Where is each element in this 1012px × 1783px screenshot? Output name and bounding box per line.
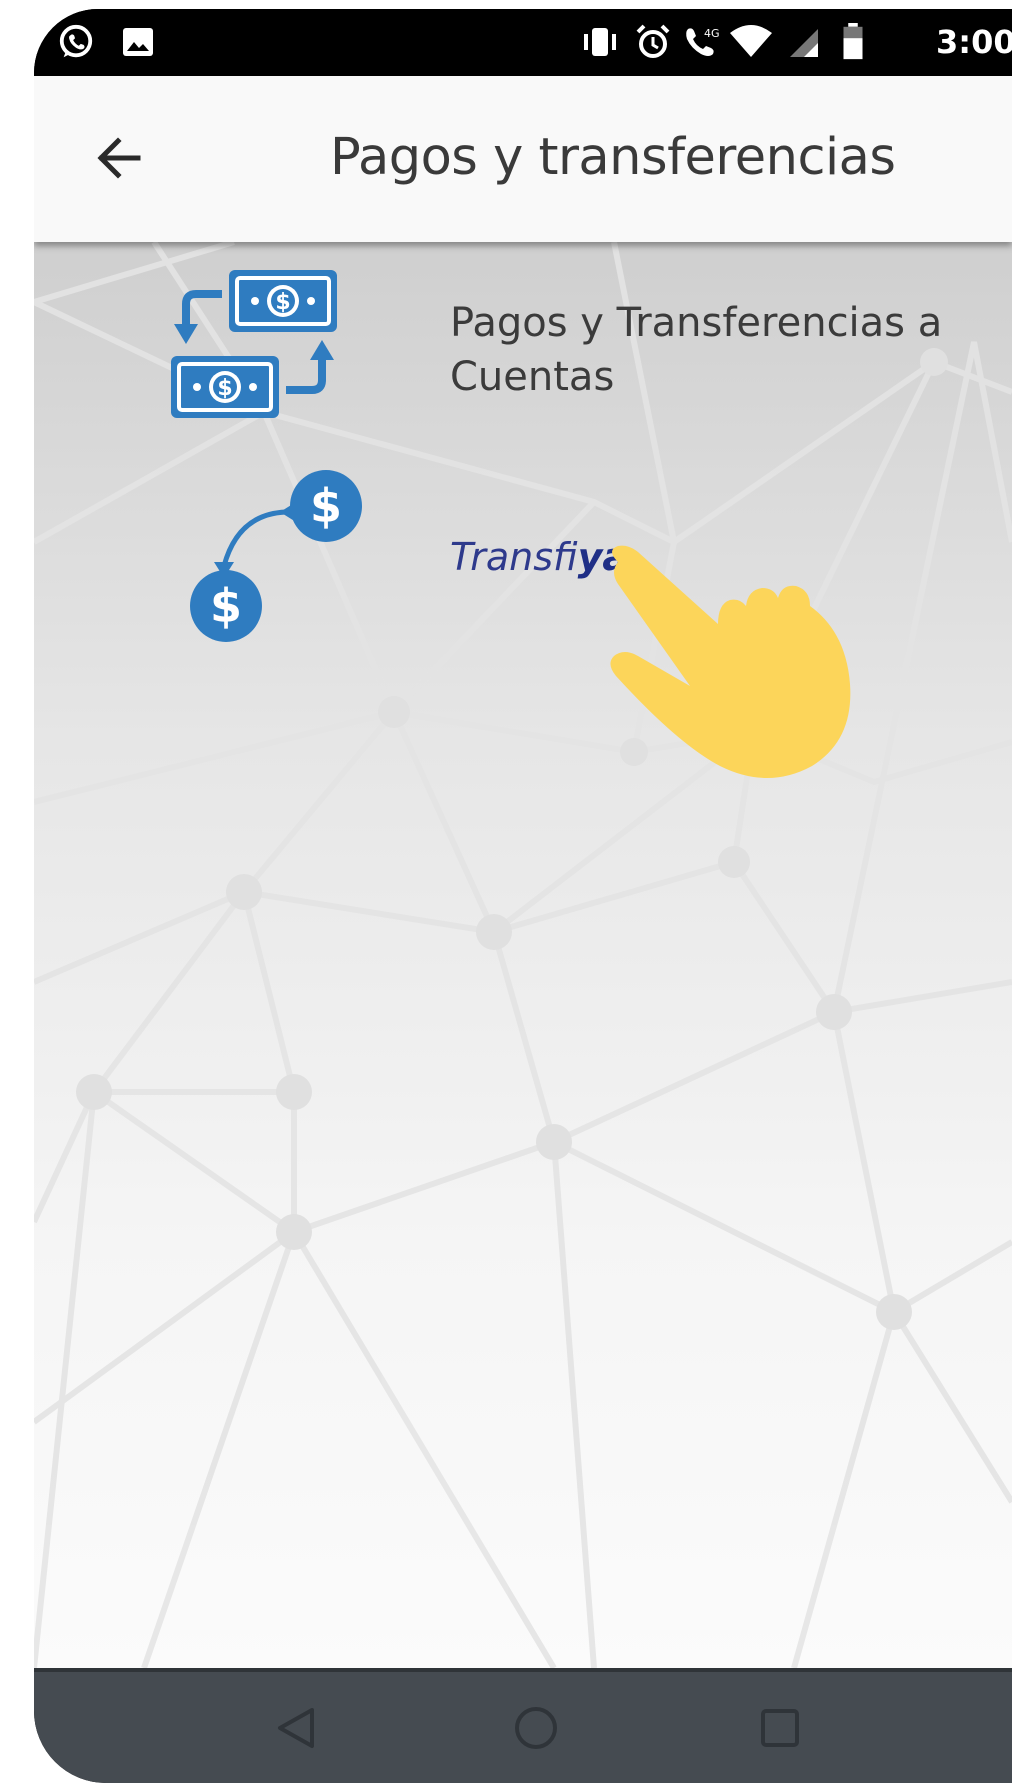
recents-square-icon[interactable]	[752, 1702, 808, 1754]
signal-icon	[790, 29, 818, 57]
svg-text:4G: 4G	[704, 27, 720, 40]
wifi-icon	[730, 25, 772, 57]
call-icon: 4G	[686, 27, 720, 56]
app-bar: Pagos y transferencias	[34, 76, 1012, 242]
status-bar: 4G 3:00	[34, 9, 1012, 76]
svg-text:$: $	[275, 290, 290, 315]
menu-item-label: Pagos y Transferencias a Cuentas	[450, 300, 943, 400]
arrow-left-icon	[97, 137, 141, 179]
phone-screen: 4G 3:00 Pagos y transferencias $ $ Pagos…	[34, 9, 1012, 1783]
svg-text:$: $	[210, 579, 242, 633]
back-button[interactable]	[94, 128, 164, 188]
transfiya-label-regular: Transfi	[450, 535, 578, 579]
svg-text:$: $	[310, 479, 342, 533]
back-triangle-icon[interactable]	[268, 1702, 324, 1754]
money-transfer-icon: $ $	[171, 270, 337, 418]
dollar-transfer-icon: $ $	[190, 470, 362, 642]
menu-item-pagos-transferencias[interactable]: $ $ Pagos y Transferencias a Cuentas	[104, 242, 984, 432]
battery-icon	[843, 23, 863, 60]
page-title: Pagos y transferencias	[330, 128, 896, 187]
background-mesh	[34, 242, 1012, 1668]
image-icon	[123, 28, 153, 56]
status-time: 3:00	[936, 23, 1012, 61]
content-area: $ $ Pagos y Transferencias a Cuentas $ $…	[34, 242, 1012, 1668]
pointing-hand-icon	[610, 545, 851, 778]
alarm-icon	[636, 24, 670, 58]
whatsapp-icon	[59, 24, 93, 58]
vibrate-icon	[584, 28, 616, 56]
home-circle-icon[interactable]	[508, 1702, 564, 1754]
svg-text:$: $	[217, 376, 232, 401]
navigation-bar	[34, 1668, 1012, 1783]
